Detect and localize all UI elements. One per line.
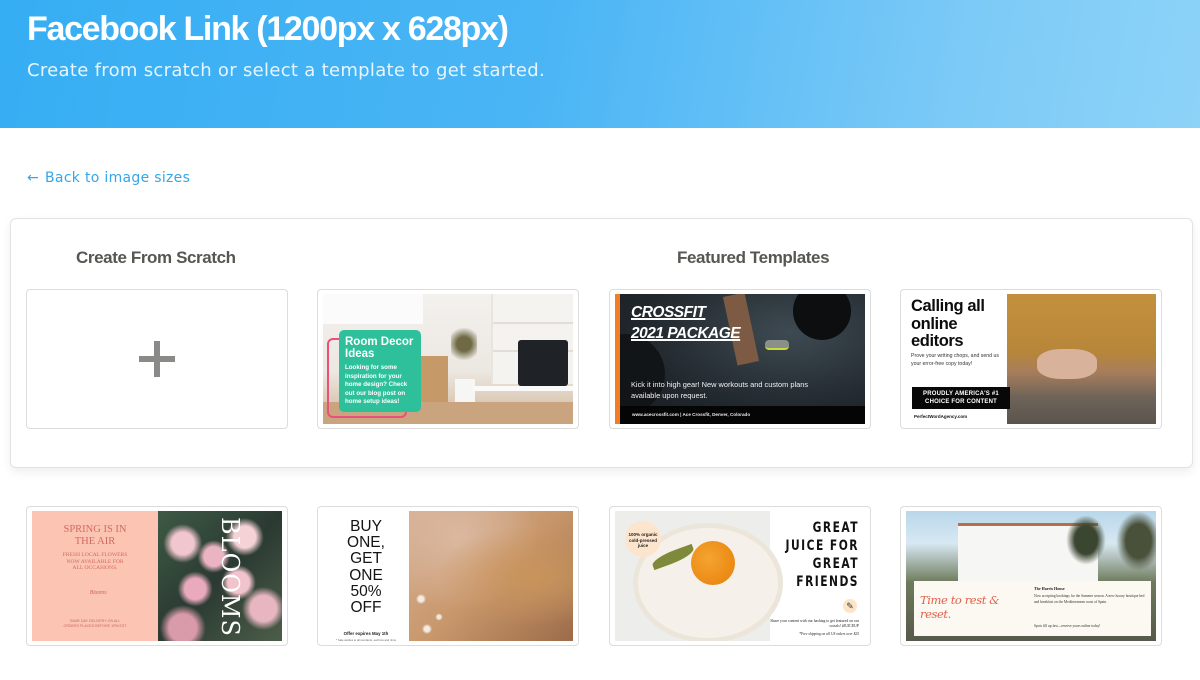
template-thumbnail: BUY ONE, GET ONE 50% OFF Offer expires M… [323,511,573,641]
template-footer: SAME DAY DELIVERY ON ALL ORDERS PLACED B… [63,619,127,628]
template-thumbnail: 100% organic cold-pressed juice GREAT JU… [615,511,865,641]
orange-photo: 100% organic cold-pressed juice [615,511,783,641]
create-from-scratch-heading: Create From Scratch [76,248,236,267]
back-to-image-sizes-link[interactable]: ← Back to image sizes [27,170,190,186]
template-heading: BUY ONE, GET ONE 50% OFF [347,518,385,617]
template-signature: Blooms [90,590,107,596]
template-card-room-decor[interactable]: Room Decor Ideas Looking for some inspir… [317,289,579,429]
template-heading: Calling all online editors [911,297,985,350]
template-card-spring-blooms[interactable]: BLOOMS SPRING IS IN THE AIR FRESH LOCAL … [26,506,288,646]
laptop-photo [1007,294,1156,424]
template-card-crossfit[interactable]: CROSSFIT 2021 PACKAGE Kick it into high … [609,289,871,429]
jewelry-photo [409,511,573,641]
template-body: Looking for some inspiration for your ho… [345,364,408,405]
template-card-time-to-rest[interactable]: Time to rest & reset. The Harris House N… [900,506,1162,646]
template-card-calling-editors[interactable]: Calling all online editors Prove your wr… [900,289,1162,429]
template-fine-print: *Free shipping on all US orders over $25 [799,632,859,636]
template-body: Now accepting bookings for the Summer se… [1034,594,1145,604]
page-subtitle: Create from scratch or select a template… [27,60,546,81]
template-body: Prove your writing chops, and send us yo… [911,353,999,367]
template-body: Share your content with our hashtag to g… [770,619,859,628]
template-heading: CROSSFIT 2021 PACKAGE [631,304,741,342]
template-body: Kick it into high gear! New workouts and… [631,380,809,400]
carrot-icon: ✎ [843,599,857,613]
featured-templates-heading: Featured Templates [677,248,830,267]
back-link-label: Back to image sizes [45,170,191,186]
plus-icon [139,341,175,377]
template-thumbnail: Room Decor Ideas Looking for some inspir… [323,294,573,424]
create-from-scratch-card[interactable] [26,289,288,429]
template-heading: Time to rest & reset. [920,593,1000,621]
template-heading: GREAT JUICE FOR GREAT FRIENDS [785,520,859,590]
template-side-word: BLOOMS [216,517,244,637]
plant-image [451,324,477,364]
page-header: Facebook Link (1200px x 628px) Create fr… [0,0,1200,128]
template-card-great-juice[interactable]: 100% organic cold-pressed juice GREAT JU… [609,506,871,646]
template-badge: PROUDLY AMERICA'S #1 CHOICE FOR CONTENT [912,387,1010,409]
template-heading: SPRING IS IN THE AIR [63,524,127,547]
template-card-buy-one-get-one[interactable]: BUY ONE, GET ONE 50% OFF Offer expires M… [317,506,579,646]
template-fine-print: * Sale applies to all pendants, earrings… [335,638,397,641]
page-title: Facebook Link (1200px x 628px) [27,10,509,48]
arrow-left-icon: ← [27,170,40,186]
monitor-image [518,340,568,386]
template-cta: Spots fill up fast—reserve yours online … [1034,624,1101,628]
template-footer: www.acecrossfit.com | Ace Crossfit, Denv… [620,406,865,424]
template-thumbnail: CROSSFIT 2021 PACKAGE Kick it into high … [615,294,865,424]
template-title: The Harris House [1034,586,1065,591]
template-url: PerfectWordAgency.com [914,414,968,419]
template-heading: Room Decor Ideas [345,336,414,360]
template-offer: Offer expires May 1th [343,631,389,636]
template-thumbnail: Calling all online editors Prove your wr… [906,294,1156,424]
template-thumbnail: Time to rest & reset. The Harris House N… [906,511,1156,641]
template-thumbnail: BLOOMS SPRING IS IN THE AIR FRESH LOCAL … [32,511,282,641]
template-sticker: 100% organic cold-pressed juice [625,521,661,557]
template-body: FRESH LOCAL FLOWERS NOW AVAILABLE FOR AL… [62,552,128,571]
